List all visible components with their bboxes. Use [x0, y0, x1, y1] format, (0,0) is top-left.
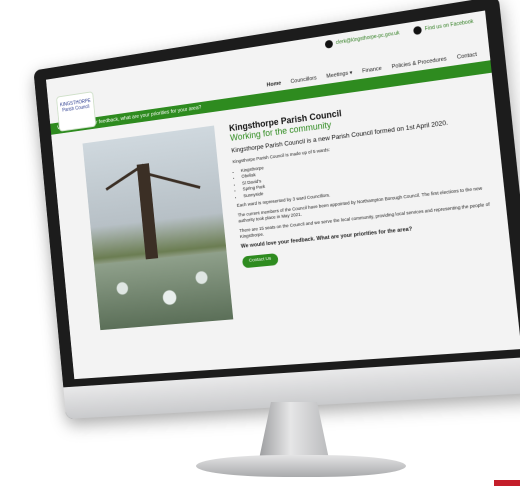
nav-finance[interactable]: Finance [362, 66, 382, 75]
contact-us-button[interactable]: Contact Us [241, 252, 279, 269]
tree-branch [147, 172, 201, 189]
nav-councillors[interactable]: Councillors [290, 75, 317, 85]
nav-meetings[interactable]: Meetings ▾ [326, 70, 353, 80]
facebook-text: Find us on Facebook [424, 18, 474, 33]
red-corner-accent [494, 480, 520, 486]
monitor-stand-base [196, 455, 406, 477]
frosted-leaves [94, 251, 234, 331]
email-icon [324, 39, 334, 49]
hero-photo [82, 125, 234, 331]
facebook-icon [413, 25, 423, 36]
hero-text: Kingsthorpe Parish Council Working for t… [229, 89, 505, 318]
website-screen: clerk@kingsthorpe-pc.gov.uk Find us on F… [45, 10, 520, 380]
nav-home[interactable]: Home [266, 81, 281, 89]
nav-contact[interactable]: Contact [457, 52, 478, 61]
tree-trunk [136, 163, 160, 269]
site-logo[interactable]: KINGSTHORPE Parish Council [56, 91, 97, 132]
monitor: clerk@kingsthorpe-pc.gov.uk Find us on F… [8, 0, 520, 419]
monitor-bezel: clerk@kingsthorpe-pc.gov.uk Find us on F… [33, 0, 520, 419]
